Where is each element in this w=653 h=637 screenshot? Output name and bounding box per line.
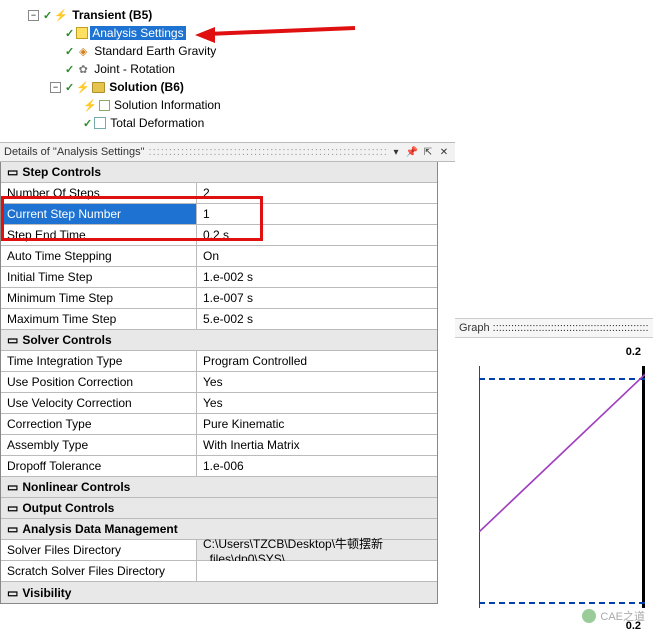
group-output-controls[interactable]: ▭Output Controls [1,498,437,519]
check-icon: ✓ [65,45,74,58]
graph-gridline [479,602,645,604]
tree-label: Total Deformation [108,116,206,130]
check-icon: ✓ [43,9,52,22]
tree-label: Transient (B5) [70,8,154,22]
result-icon [94,117,106,129]
tree-spacer [50,28,61,39]
group-visibility[interactable]: ▭Visibility [1,582,437,603]
graph-top-label: 0.2 [626,346,641,358]
tree-item-solution-info[interactable]: ⚡ Solution Information [28,96,653,114]
collapse-icon[interactable]: ▭ [7,333,18,347]
outline-tree: − ✓ ⚡ Transient (B5) ✓ Analysis Settings… [0,0,653,142]
check-icon: ✓ [65,81,74,94]
check-icon: ✓ [65,27,74,40]
tree-spacer [68,118,79,129]
details-panel-header: Details of "Analysis Settings" :::::::::… [0,142,455,162]
graph-panel-header: Graph ::::::::::::::::::::::::::::::::::… [455,318,653,338]
watermark-icon [582,609,596,623]
tree-label: Standard Earth Gravity [92,44,218,58]
tree-label: Solution (B6) [107,80,186,94]
panel-close-button[interactable]: ✕ [437,145,451,159]
collapse-icon[interactable]: − [28,10,39,21]
tree-item-total-deformation[interactable]: ✓ Total Deformation [28,114,653,132]
joint-icon: ✿ [76,62,90,76]
watermark-text: CAE之道 [600,608,645,624]
gravity-icon: ◈ [76,44,90,58]
row-minimum-time-step[interactable]: Minimum Time Step1.e-007 s [1,288,437,309]
transient-icon: ⚡ [54,8,68,22]
tree-item-joint[interactable]: ✓ ✿ Joint - Rotation [28,60,653,78]
panel-title: Details of "Analysis Settings" [4,146,144,158]
group-nonlinear-controls[interactable]: ▭Nonlinear Controls [1,477,437,498]
expand-icon[interactable]: ▭ [7,501,18,515]
row-current-step-number[interactable]: Current Step Number1 [1,204,437,225]
row-initial-time-step[interactable]: Initial Time Step1.e-002 s [1,267,437,288]
row-maximum-time-step[interactable]: Maximum Time Step5.e-002 s [1,309,437,330]
tree-item-analysis-settings[interactable]: ✓ Analysis Settings [28,24,653,42]
row-scratch-solver-files-directory[interactable]: Scratch Solver Files Directory [1,561,437,582]
tree-spacer [50,64,61,75]
panel-undock-button[interactable]: ⇱ [421,145,435,159]
row-use-position-correction[interactable]: Use Position CorrectionYes [1,372,437,393]
group-solver-controls[interactable]: ▭Solver Controls [1,330,437,351]
row-number-of-steps[interactable]: Number Of Steps2 [1,183,437,204]
graph-plot-area[interactable]: 0.2 0.2 [455,338,653,628]
check-icon: ✓ [65,63,74,76]
settings-icon [76,27,88,39]
group-step-controls[interactable]: ▭Step Controls [1,162,437,183]
info-icon [99,100,110,111]
row-use-velocity-correction[interactable]: Use Velocity CorrectionYes [1,393,437,414]
expand-icon[interactable]: ▭ [7,586,18,600]
folder-icon [92,82,105,93]
tree-spacer [68,100,79,111]
row-assembly-type[interactable]: Assembly TypeWith Inertia Matrix [1,435,437,456]
panel-dots: ::::::::::::::::::::::::::::::::::::::::… [490,322,649,334]
row-solver-files-directory[interactable]: Solver Files DirectoryC:\Users\TZCB\Desk… [1,540,437,561]
tree-item-solution[interactable]: − ✓ ⚡ Solution (B6) [28,78,653,96]
row-time-integration-type[interactable]: Time Integration TypeProgram Controlled [1,351,437,372]
tree-label: Analysis Settings [90,26,185,40]
collapse-icon[interactable]: ▭ [7,522,18,536]
collapse-icon[interactable]: ▭ [7,165,18,179]
panel-pin-button[interactable]: 📌 [405,145,419,159]
panel-dots: ::::::::::::::::::::::::::::::::::::::::… [144,146,389,158]
watermark: CAE之道 [582,608,645,624]
graph-series [479,366,645,532]
row-dropoff-tolerance[interactable]: Dropoff Tolerance1.e-006 [1,456,437,477]
panel-dropdown-button[interactable]: ▾ [389,145,403,159]
expand-icon[interactable]: ▭ [7,480,18,494]
tree-item-gravity[interactable]: ✓ ◈ Standard Earth Gravity [28,42,653,60]
row-step-end-time[interactable]: Step End Time0.2 s [1,225,437,246]
check-icon: ✓ [83,117,92,130]
tree-item-transient[interactable]: − ✓ ⚡ Transient (B5) [28,6,653,24]
graph-title: Graph [459,322,490,334]
details-grid: ▭Step Controls Number Of Steps2 Current … [0,162,438,604]
row-auto-time-stepping[interactable]: Auto Time SteppingOn [1,246,437,267]
tree-label: Solution Information [112,98,223,112]
bolt-icon: ⚡ [83,98,97,112]
collapse-icon[interactable]: − [50,82,61,93]
tree-spacer [50,46,61,57]
graph-panel: Graph ::::::::::::::::::::::::::::::::::… [455,318,653,628]
tree-label: Joint - Rotation [92,62,177,76]
solution-icon: ⚡ [76,80,90,94]
row-correction-type[interactable]: Correction TypePure Kinematic [1,414,437,435]
